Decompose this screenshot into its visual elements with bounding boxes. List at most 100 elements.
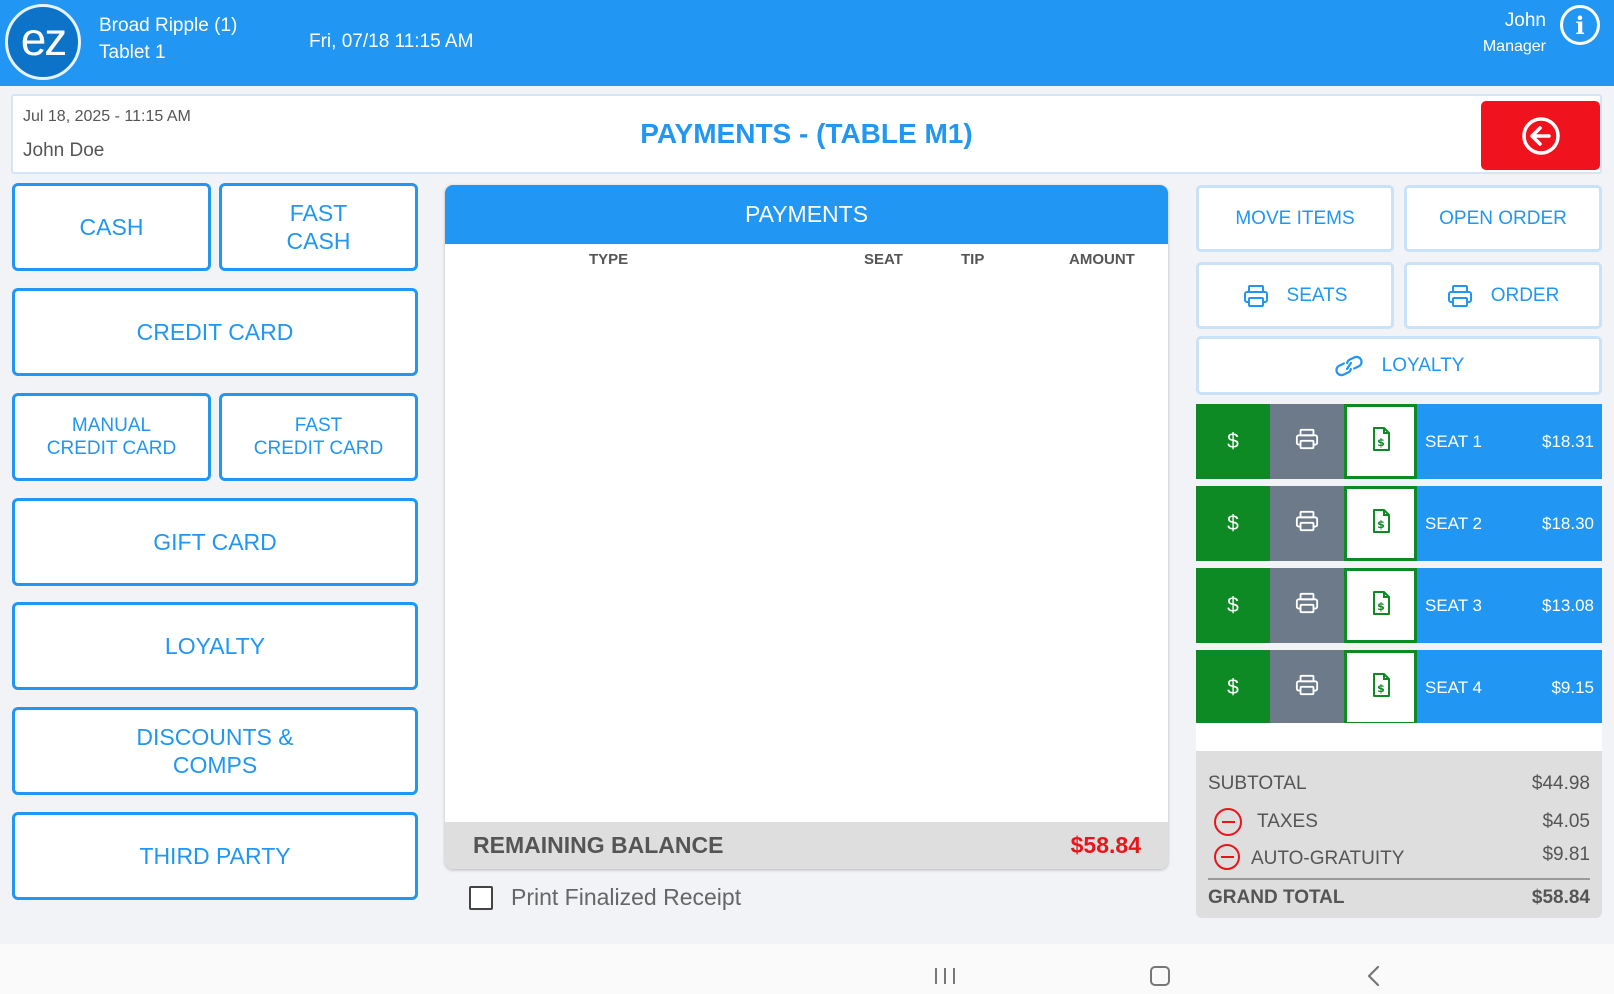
current-datetime: Fri, 07/18 11:15 AM	[309, 31, 474, 52]
discounts-line-1: DISCOUNTS &	[136, 724, 294, 750]
dollar-document-icon: $	[1371, 673, 1391, 702]
printer-icon	[1295, 673, 1319, 702]
column-type: TYPE	[589, 251, 629, 268]
seat-row: $ $ SEAT 2 $18.30	[1196, 486, 1602, 561]
svg-text:$: $	[1377, 600, 1385, 613]
print-order-button[interactable]: ORDER	[1404, 262, 1602, 329]
order-header: Jul 18, 2025 - 11:15 AM John Doe PAYMENT…	[11, 94, 1602, 174]
seat-name: SEAT 3	[1425, 596, 1483, 615]
seat-info[interactable]: SEAT 2 $18.30	[1417, 486, 1602, 561]
page-title: PAYMENTS - (TABLE M1)	[640, 118, 973, 149]
seat-print-button[interactable]	[1270, 404, 1344, 479]
info-icon[interactable]: i	[1560, 5, 1600, 45]
printer-icon	[1447, 284, 1472, 307]
fast-cash-label: FAST CASH	[287, 199, 351, 255]
column-amount: AMOUNT	[1069, 251, 1135, 268]
recent-apps-icon[interactable]	[935, 968, 955, 984]
seat-info[interactable]: SEAT 1 $18.31	[1417, 404, 1602, 479]
seat-print-button[interactable]	[1270, 650, 1344, 725]
seat-pay-button[interactable]: $	[1196, 486, 1270, 561]
link-icon	[1335, 355, 1363, 376]
open-order-button[interactable]: OPEN ORDER	[1404, 185, 1602, 252]
seat-print-button[interactable]	[1270, 568, 1344, 643]
user-name: John	[1504, 10, 1546, 31]
fast-cash-line-1: FAST	[289, 200, 348, 226]
fast-credit-card-button[interactable]: FAST CREDIT CARD	[219, 393, 418, 481]
move-items-button[interactable]: MOVE ITEMS	[1196, 185, 1394, 252]
seat-receipt-button[interactable]: $	[1344, 568, 1417, 643]
print-receipt-toggle[interactable]: Print Finalized Receipt	[469, 884, 741, 911]
svg-text:$: $	[1377, 436, 1385, 449]
print-seats-button[interactable]: SEATS	[1196, 262, 1394, 329]
cash-button[interactable]: CASH	[12, 183, 211, 271]
subtotal-label: SUBTOTAL	[1208, 773, 1307, 794]
seat-print-button[interactable]	[1270, 486, 1344, 561]
manual-credit-card-button[interactable]: MANUAL CREDIT CARD	[12, 393, 211, 481]
printer-icon	[1295, 509, 1319, 538]
grand-total-label: GRAND TOTAL	[1208, 887, 1345, 908]
print-receipt-checkbox[interactable]	[469, 885, 493, 910]
seat-row: $ $ SEAT 4 $9.15	[1196, 650, 1602, 725]
manual-cc-line-2: CREDIT CARD	[46, 438, 177, 459]
loyalty-payment-label: LOYALTY	[164, 633, 266, 659]
auto-gratuity-value: $9.81	[1542, 844, 1590, 865]
loyalty-payment-button[interactable]: LOYALTY	[12, 602, 418, 690]
loyalty-link-label: LOYALTY	[1381, 354, 1465, 376]
dollar-icon: $	[1227, 511, 1239, 535]
ez-logo: ez	[5, 4, 81, 80]
third-party-button[interactable]: THIRD PARTY	[12, 812, 418, 900]
payments-list[interactable]	[445, 275, 1168, 820]
move-items-label: MOVE ITEMS	[1235, 207, 1355, 229]
remove-gratuity-icon[interactable]	[1214, 844, 1240, 870]
gift-card-button[interactable]: GIFT CARD	[12, 498, 418, 586]
credit-card-button[interactable]: CREDIT CARD	[12, 288, 418, 376]
open-order-label: OPEN ORDER	[1439, 207, 1567, 229]
print-receipt-label: Print Finalized Receipt	[511, 884, 742, 910]
remaining-balance-label: REMAINING BALANCE	[473, 832, 724, 858]
taxes-label: TAXES	[1257, 811, 1318, 832]
column-tip: TIP	[961, 251, 985, 268]
fast-cash-button[interactable]: FAST CASH	[219, 183, 418, 271]
location-info: Broad Ripple (1) Tablet 1	[99, 12, 237, 66]
discounts-comps-button[interactable]: DISCOUNTS & COMPS	[12, 707, 418, 795]
back-button[interactable]	[1481, 101, 1600, 170]
nav-back-icon[interactable]	[1366, 965, 1380, 987]
totals-divider	[1208, 878, 1590, 880]
seat-list-spacer	[1196, 723, 1602, 751]
user-info[interactable]: John Manager	[1483, 8, 1546, 60]
fast-cash-line-2: CASH	[286, 228, 351, 254]
dollar-icon: $	[1227, 429, 1239, 453]
printer-icon	[1295, 591, 1319, 620]
seat-info[interactable]: SEAT 4 $9.15	[1417, 650, 1602, 725]
gift-card-label: GIFT CARD	[153, 529, 277, 555]
seat-info[interactable]: SEAT 3 $13.08	[1417, 568, 1602, 643]
seat-pay-button[interactable]: $	[1196, 650, 1270, 725]
manual-credit-card-label: MANUAL CREDIT CARD	[47, 414, 177, 460]
seat-name: SEAT 4	[1425, 678, 1483, 697]
top-bar: ez Broad Ripple (1) Tablet 1 Fri, 07/18 …	[0, 0, 1614, 86]
taxes-value: $4.05	[1542, 811, 1590, 832]
arrow-left-circle-icon	[1521, 116, 1560, 155]
seat-receipt-button[interactable]: $	[1344, 486, 1417, 561]
payments-panel-title: PAYMENTS	[445, 185, 1168, 244]
svg-text:$: $	[1377, 518, 1385, 531]
seat-pay-button[interactable]: $	[1196, 404, 1270, 479]
seat-receipt-button[interactable]: $	[1344, 404, 1417, 479]
remove-taxes-icon[interactable]	[1214, 808, 1242, 836]
seat-pay-button[interactable]: $	[1196, 568, 1270, 643]
home-icon[interactable]	[1150, 966, 1170, 986]
column-seat: SEAT	[864, 251, 903, 268]
system-nav-bar	[0, 944, 1614, 994]
print-order-label: ORDER	[1490, 284, 1560, 306]
printer-icon	[1295, 427, 1319, 456]
grand-total-value: $58.84	[1531, 887, 1590, 908]
remaining-balance-value: $58.84	[1070, 832, 1141, 858]
order-totals: SUBTOTAL $44.98 TAXES $4.05 AUTO-GRATUIT…	[1196, 751, 1602, 918]
seat-receipt-button[interactable]: $	[1344, 650, 1417, 725]
device-name: Tablet 1	[99, 42, 166, 63]
user-role: Manager	[1482, 38, 1546, 55]
remaining-balance-bar: REMAINING BALANCE $58.84	[445, 822, 1168, 869]
loyalty-link-button[interactable]: LOYALTY	[1196, 336, 1602, 395]
seat-amount: $9.15	[1551, 678, 1594, 697]
seat-amount: $13.08	[1542, 596, 1594, 615]
